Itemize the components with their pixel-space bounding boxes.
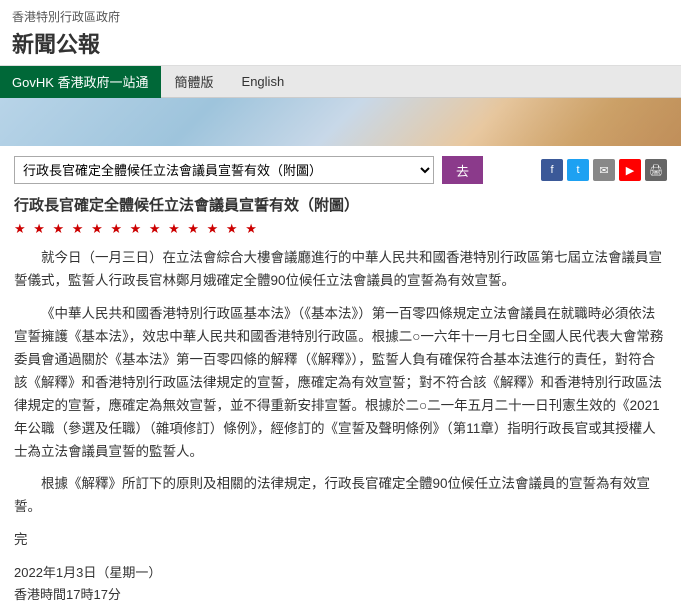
banner-image: [0, 98, 681, 146]
go-button[interactable]: 去: [442, 156, 483, 184]
govhk-link[interactable]: GovHK 香港政府一站通: [0, 66, 161, 98]
social-icons-group: f t ✉ ▶ 🖨: [541, 159, 667, 181]
article-para2: 《中華人民共和國香港特別行政區基本法》（《基本法》）第一百零四條規定立法會議員在…: [14, 303, 667, 464]
org-name: 香港特別行政區政府: [12, 8, 669, 25]
twitter-icon[interactable]: t: [567, 159, 589, 181]
email-icon[interactable]: ✉: [593, 159, 615, 181]
page-title: 新聞公報: [12, 27, 669, 59]
youtube-icon[interactable]: ▶: [619, 159, 641, 181]
toolbar-row: 行政長官確定全體候任立法會議員宣誓有效（附圖） 去 f t ✉ ▶ 🖨: [14, 156, 667, 184]
facebook-icon[interactable]: f: [541, 159, 563, 181]
article-time: 香港時間17時17分: [14, 584, 667, 606]
news-select[interactable]: 行政長官確定全體候任立法會議員宣誓有效（附圖）: [14, 156, 434, 184]
print-icon[interactable]: 🖨: [645, 159, 667, 181]
main-content: 行政長官確定全體候任立法會議員宣誓有效（附圖） 去 f t ✉ ▶ 🖨 行政長官…: [0, 146, 681, 616]
star-divider: ★ ★ ★ ★ ★ ★ ★ ★ ★ ★ ★ ★ ★: [14, 221, 667, 237]
nav-bar: GovHK 香港政府一站通 簡體版 English: [0, 66, 681, 98]
page-header: 香港特別行政區政府 新聞公報: [0, 0, 681, 66]
simplified-link[interactable]: 簡體版: [161, 66, 228, 98]
article-para1: 就今日（一月三日）在立法會綜合大樓會議廳進行的中華人民共和國香港特別行政區第七屆…: [14, 247, 667, 293]
article-para3: 根據《解釋》所訂下的原則及相關的法律規定，行政長官確定全體90位候任立法會議員的…: [14, 473, 667, 519]
english-link[interactable]: English: [228, 66, 299, 98]
article-date: 2022年1月3日（星期一）: [14, 562, 667, 584]
article-body: 就今日（一月三日）在立法會綜合大樓會議廳進行的中華人民共和國香港特別行政區第七屆…: [14, 247, 667, 606]
article-title: 行政長官確定全體候任立法會議員宣誓有效（附圖）: [14, 194, 667, 215]
article-end: 完: [14, 529, 667, 552]
